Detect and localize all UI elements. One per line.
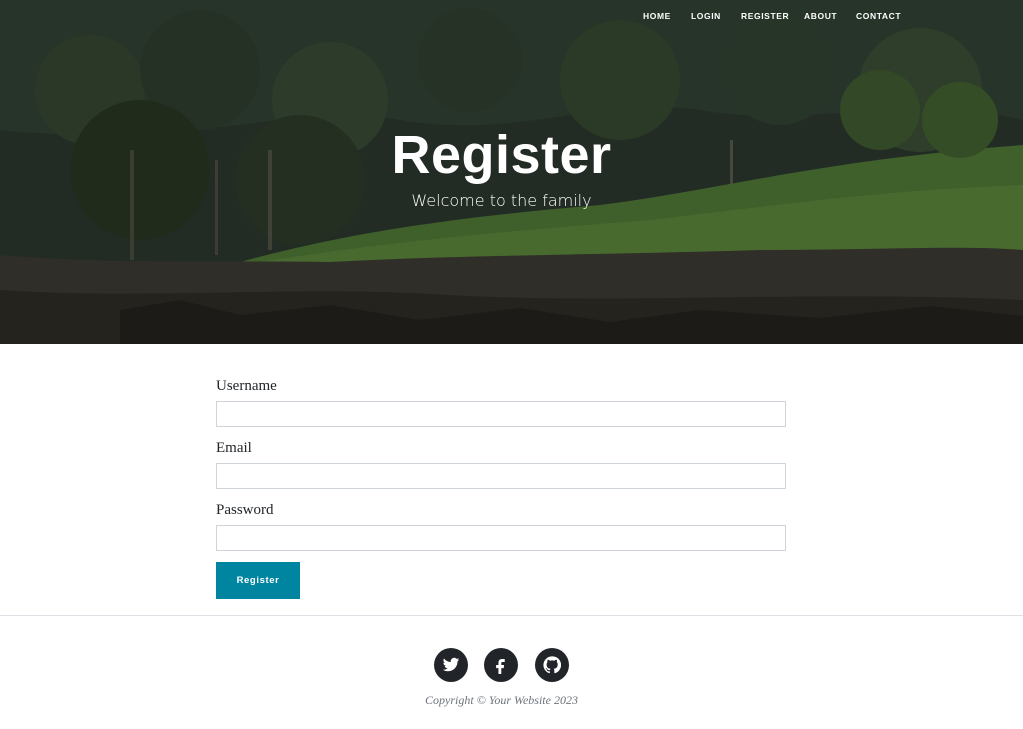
- main-nav: HOME LOGIN REGISTER ABOUT CONTACT: [0, 11, 1023, 27]
- page-title: Register: [391, 125, 612, 185]
- page-subtitle: Welcome to the family: [411, 191, 592, 210]
- register-button[interactable]: Register: [216, 562, 300, 599]
- twitter-link[interactable]: [434, 648, 468, 682]
- nav-item-register[interactable]: REGISTER: [741, 11, 789, 21]
- footer-divider: [0, 615, 1023, 616]
- email-label: Email: [216, 440, 252, 456]
- nav-item-login[interactable]: LOGIN: [691, 11, 721, 21]
- username-label: Username: [216, 378, 277, 394]
- facebook-link[interactable]: [484, 648, 518, 682]
- twitter-icon: [442, 657, 460, 672]
- github-icon: [543, 656, 561, 674]
- username-group: Username: [216, 376, 786, 427]
- facebook-icon: [496, 659, 505, 674]
- social-links: [0, 648, 1023, 682]
- hero-header: HOME LOGIN REGISTER ABOUT CONTACT Regist…: [0, 0, 1023, 344]
- username-input[interactable]: [216, 401, 786, 427]
- nav-item-home[interactable]: HOME: [643, 11, 671, 21]
- password-group: Password: [216, 500, 786, 551]
- github-link[interactable]: [535, 648, 569, 682]
- email-group: Email: [216, 438, 786, 489]
- password-label: Password: [216, 502, 274, 518]
- nav-item-contact[interactable]: CONTACT: [856, 11, 901, 21]
- password-input[interactable]: [216, 525, 786, 551]
- email-input[interactable]: [216, 463, 786, 489]
- copyright-text: Copyright © Your Website 2023: [425, 693, 578, 707]
- nav-item-about[interactable]: ABOUT: [804, 11, 837, 21]
